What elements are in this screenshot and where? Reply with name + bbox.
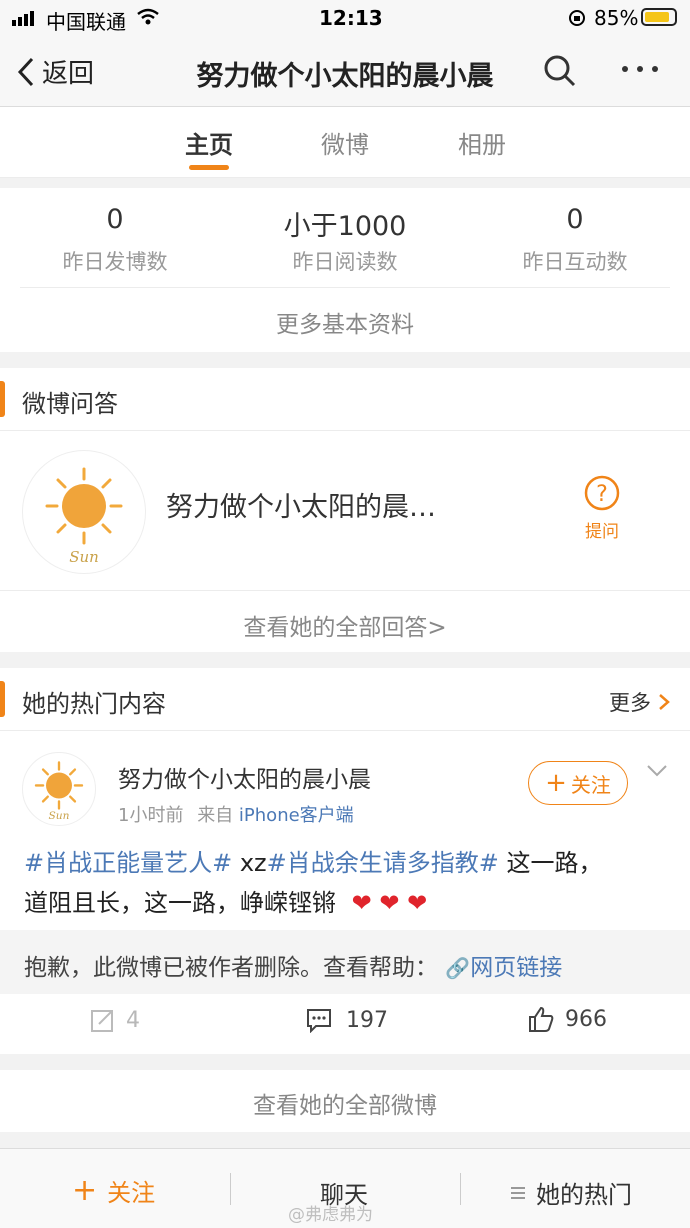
section-accent-bar (0, 381, 5, 417)
tab-home[interactable]: 主页 (159, 125, 259, 160)
clock: 12:13 (319, 6, 383, 30)
stat-label-posts: 昨日发博数 (62, 250, 168, 274)
hashtag-link[interactable]: #肖战余生请多指教# (267, 849, 499, 877)
follow-button[interactable]: + 关注 (528, 761, 628, 805)
post-meta: 1小时前 来自 iPhone客户端 (118, 801, 354, 827)
post-avatar[interactable]: Sun (22, 752, 96, 826)
hot-more-label: 更多 (609, 691, 651, 715)
deleted-notice: 抱歉，此微博已被作者删除。查看帮助： 🔗网页链接 (0, 930, 690, 994)
carrier: 中国联通 (46, 10, 126, 34)
hashtag-link[interactable]: #肖战正能量艺人# (24, 849, 232, 877)
comment-count: 197 (346, 1007, 388, 1033)
avatar-text: Sun (49, 809, 70, 822)
repost-button[interactable]: 4 (90, 1007, 140, 1033)
hot-button-label: 她的热门 (536, 1181, 632, 1209)
nav-bar: 返回 努力做个小太阳的晨小晨 (0, 36, 690, 107)
post-text-part: 这一路， (498, 849, 603, 877)
more-icon[interactable] (622, 66, 658, 72)
post-time: 1小时前 (118, 805, 184, 826)
page-title: 努力做个小太阳的晨小晨 (196, 61, 494, 92)
link-icon: 🔗 (445, 956, 471, 980)
avatar[interactable]: Sun (22, 450, 146, 574)
plus-icon: + (72, 1172, 98, 1208)
follow-label: 关注 (570, 772, 611, 797)
signal-icon (12, 10, 34, 26)
menu-icon (511, 1186, 525, 1199)
stats-card: 0 昨日发博数 小于1000 昨日阅读数 0 昨日互动数 更多基本资料 (0, 188, 690, 352)
view-all-weibo-link[interactable]: 查看她的全部微博 (0, 1086, 690, 1120)
rotation-lock-icon (569, 10, 585, 26)
stat-value-posts: 0 (106, 204, 124, 235)
repost-count: 4 (126, 1007, 140, 1033)
view-all-answers-link[interactable]: 查看她的全部回答> (0, 608, 690, 642)
status-bar: 中国联通 12:13 85% (0, 0, 690, 36)
tab-bar: 主页 微博 相册 (0, 107, 690, 178)
view-all-weibo-card: 查看她的全部微博 (0, 1070, 690, 1132)
post-text-mid: xz (232, 849, 267, 877)
like-button[interactable]: 966 (527, 1005, 607, 1033)
wifi-icon (137, 8, 159, 25)
ask-label: 提问 (585, 522, 619, 542)
battery-icon (641, 8, 677, 26)
more-profile-link[interactable]: 更多基本资料 (0, 305, 690, 339)
post-text-part: 道阻且长，这一路，峥嵘铿锵 (24, 889, 336, 917)
thumbs-up-icon (529, 1006, 554, 1032)
divider (0, 430, 690, 431)
web-link-label: 网页链接 (470, 955, 563, 981)
svg-text:?: ? (596, 482, 608, 507)
chevron-right-icon (659, 694, 670, 710)
divider (20, 287, 670, 288)
divider (460, 1173, 461, 1205)
qa-card: 微博问答 Sun 努力做个小太阳的晨… ? 提问 查看她的全部回答> (0, 368, 690, 652)
post-text: #肖战正能量艺人# xz#肖战余生请多指教# 这一路， 道阻且长，这一路，峥嵘铿… (24, 843, 669, 923)
hot-button[interactable]: 她的热门 (510, 1175, 632, 1210)
comment-button[interactable]: 197 (306, 1007, 388, 1033)
hot-more-link[interactable]: 更多 (609, 687, 671, 717)
search-icon[interactable] (543, 54, 577, 88)
deleted-text: 抱歉，此微博已被作者删除。查看帮助： 🔗网页链接 (24, 948, 562, 982)
comment-icon (307, 1009, 331, 1033)
stat-label-interactions: 昨日互动数 (522, 250, 628, 274)
bottom-follow-button[interactable]: + 关注 (72, 1173, 155, 1208)
chevron-down-icon[interactable] (646, 764, 668, 778)
bottom-follow-label: 关注 (107, 1179, 156, 1207)
ask-button[interactable]: ? 提问 (574, 474, 630, 542)
section-accent-bar (0, 681, 5, 717)
divider (230, 1173, 231, 1205)
post-source[interactable]: iPhone客户端 (239, 805, 354, 826)
divider (0, 590, 690, 591)
tab-indicator (189, 165, 229, 170)
stat-value-interactions: 0 (566, 204, 584, 235)
deleted-message: 抱歉，此微博已被作者删除。查看帮助： (24, 955, 438, 981)
web-link[interactable]: 🔗网页链接 (445, 955, 562, 981)
battery-percent: 85% (594, 6, 639, 30)
hot-content-card: 她的热门内容 更多 Sun 努力做个小太阳的晨小晨 1小时前 来自 iPhone… (0, 668, 690, 1054)
like-count: 966 (565, 1006, 607, 1032)
sun-avatar-icon: Sun (34, 761, 84, 822)
avatar-text: Sun (69, 548, 99, 566)
qa-section-title: 微博问答 (22, 390, 118, 418)
stat-label-reads: 昨日阅读数 (292, 250, 398, 274)
post-source-prefix: 来自 (197, 805, 234, 826)
bottom-toolbar: + 关注 聊天 她的热门 @弗虑弗为 (0, 1148, 690, 1228)
stat-value-reads: 小于1000 (283, 211, 407, 242)
divider (0, 730, 690, 731)
repost-icon (91, 1010, 113, 1032)
tab-weibo[interactable]: 微博 (295, 125, 395, 160)
hot-section-title: 她的热门内容 (22, 690, 166, 718)
plus-icon: + (545, 768, 567, 798)
question-icon: ? (584, 475, 620, 511)
qa-name: 努力做个小太阳的晨… (166, 492, 436, 523)
sun-avatar-icon: Sun (45, 467, 123, 566)
tab-album[interactable]: 相册 (432, 125, 532, 160)
post-author[interactable]: 努力做个小太阳的晨小晨 (118, 760, 371, 794)
watermark: @弗虑弗为 (288, 1205, 373, 1225)
heart-icon: ❤ ❤ ❤ (351, 889, 428, 917)
